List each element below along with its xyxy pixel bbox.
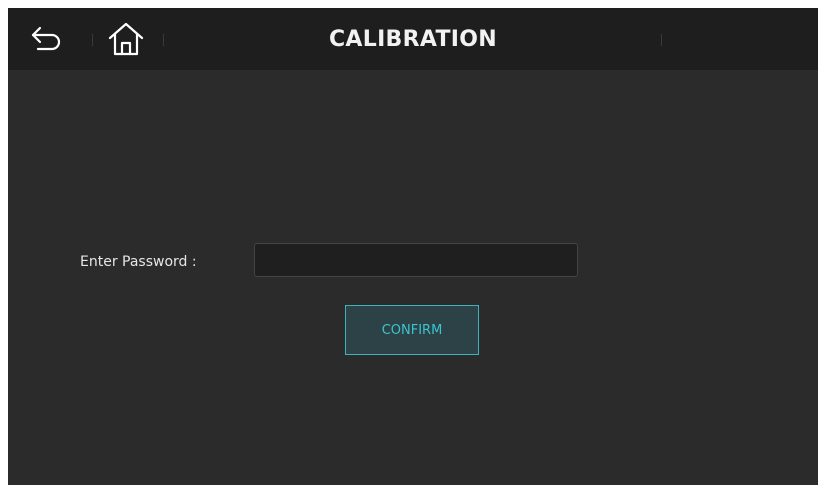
back-arrow-icon bbox=[31, 26, 61, 51]
confirm-button[interactable]: CONFIRM bbox=[345, 305, 479, 355]
back-button[interactable] bbox=[26, 17, 70, 61]
toolbar-divider bbox=[661, 34, 662, 46]
toolbar-divider bbox=[163, 34, 164, 46]
calibration-screen: CALIBRATION Enter Password : CONFIRM bbox=[8, 8, 818, 485]
password-input[interactable] bbox=[254, 243, 578, 277]
toolbar-divider bbox=[92, 34, 93, 46]
home-icon bbox=[108, 22, 144, 56]
top-bar: CALIBRATION bbox=[8, 8, 818, 70]
password-label: Enter Password : bbox=[80, 254, 197, 270]
home-button[interactable] bbox=[104, 17, 148, 61]
